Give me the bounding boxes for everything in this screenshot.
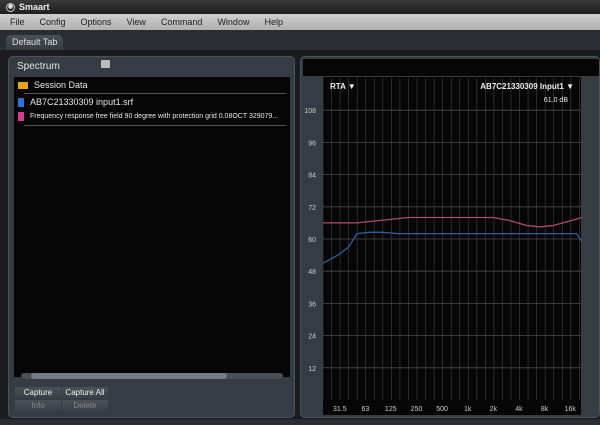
bottom-bar <box>0 419 600 425</box>
y-tick-label: 24 <box>308 334 316 341</box>
y-tick-label: 108 <box>304 108 316 115</box>
input-dropdown[interactable]: AB7C21330309 Input1 ▼ <box>480 82 574 91</box>
x-tick-label: 63 <box>362 406 370 413</box>
x-tick-label: 4k <box>515 406 523 413</box>
x-tick-label: 500 <box>436 406 448 413</box>
y-tick-label: 60 <box>308 237 316 244</box>
y-tick-label: 36 <box>308 301 316 308</box>
x-tick-label: 16k <box>565 406 577 413</box>
rta-chart: 108 96 84 72 60 48 36 24 12 31.5 63 125 250 500 1k 2k 4k… <box>304 78 583 413</box>
rta-mode-dropdown[interactable]: RTA ▼ <box>330 82 356 91</box>
series-line-0 <box>323 216 583 228</box>
y-tick-label: 72 <box>308 205 316 212</box>
x-tick-label: 1k <box>464 406 472 413</box>
y-tick-label: 84 <box>308 173 316 180</box>
level-readout: 61.0 dB <box>543 97 568 104</box>
y-tick-label: 48 <box>308 269 316 276</box>
x-tick-label: 31.5 <box>333 406 347 413</box>
x-tick-label: 250 <box>411 406 423 413</box>
x-tick-label: 125 <box>385 406 397 413</box>
y-tick-label: 12 <box>308 366 316 373</box>
x-tick-label: 2k <box>490 406 498 413</box>
y-tick-label: 96 <box>308 140 316 147</box>
x-tick-label: 8k <box>541 406 549 413</box>
series-line-1 <box>322 231 583 264</box>
